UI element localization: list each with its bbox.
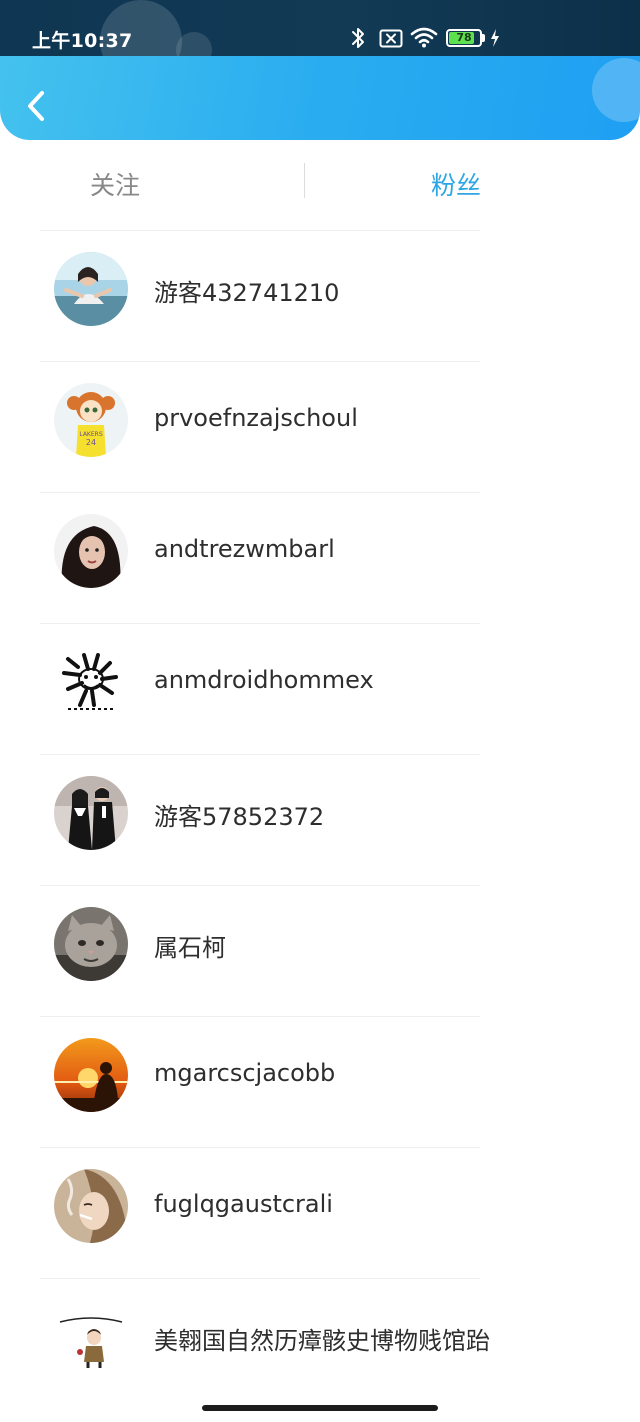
tab-following[interactable]: 关注 [90, 166, 140, 202]
avatar[interactable] [54, 252, 128, 326]
row-divider [40, 754, 480, 755]
avatar[interactable] [54, 907, 128, 981]
list-item[interactable]: andtrezwmbarl [0, 492, 640, 623]
list-item[interactable]: anmdroidhommex [0, 623, 640, 754]
username: mgarcscjacobb [154, 1059, 336, 1087]
svg-text:24: 24 [86, 438, 96, 447]
list-item[interactable]: 游客432741210 [0, 230, 640, 361]
battery-icon: 78 [446, 29, 482, 47]
avatar[interactable] [54, 1300, 128, 1374]
status-time: 上午10:37 [32, 30, 133, 52]
username: anmdroidhommex [154, 666, 374, 694]
tab-divider [304, 163, 305, 198]
username: 游客432741210 [154, 279, 340, 307]
no-sim-icon [379, 29, 403, 48]
list-item[interactable]: fuglqgaustcrali [0, 1147, 640, 1278]
username: andtrezwmbarl [154, 535, 335, 563]
username: 美翱国自然历瘴骸史博物贱馆跆 [154, 1327, 490, 1355]
decor-bubble [176, 32, 212, 56]
row-divider [40, 492, 480, 493]
username: fuglqgaustcrali [154, 1190, 333, 1218]
avatar[interactable] [54, 1038, 128, 1112]
status-bar: 上午10:37 78 [0, 0, 640, 56]
row-divider [40, 623, 480, 624]
row-divider [40, 885, 480, 886]
tab-fans[interactable]: 粉丝 [431, 166, 481, 202]
row-divider [40, 361, 480, 362]
list-item[interactable]: mgarcscjacobb [0, 1016, 640, 1147]
bluetooth-icon [352, 28, 364, 48]
charging-icon [491, 29, 499, 47]
battery-level-text: 78 [456, 31, 472, 44]
username: 游客57852372 [154, 803, 325, 831]
username: 属石柯 [154, 934, 226, 962]
list-item[interactable]: 属石柯 [0, 885, 640, 1016]
avatar[interactable] [54, 776, 128, 850]
list-item[interactable]: LAKERS 24 prvoefnzajschoul [0, 361, 640, 492]
wifi-icon [410, 27, 438, 48]
list-item[interactable]: 美翱国自然历瘴骸史博物贱馆跆 [0, 1278, 640, 1409]
back-button[interactable] [16, 84, 56, 128]
row-divider [40, 1278, 480, 1279]
avatar[interactable]: LAKERS 24 [54, 383, 128, 457]
username: prvoefnzajschoul [154, 404, 358, 432]
row-divider [40, 230, 480, 231]
row-divider [40, 1147, 480, 1148]
svg-text:LAKERS: LAKERS [79, 431, 102, 438]
avatar[interactable] [54, 514, 128, 588]
row-divider [40, 1016, 480, 1017]
chevron-left-icon [28, 91, 44, 121]
battery-cap [482, 34, 485, 42]
list-item[interactable]: 游客57852372 [0, 754, 640, 885]
home-indicator[interactable] [202, 1405, 438, 1411]
tab-bar: 关注 粉丝 [0, 140, 640, 230]
header-bar: 上午10:37 78 [0, 0, 640, 140]
avatar[interactable] [54, 645, 128, 719]
decor-bubble [592, 58, 640, 122]
avatar[interactable] [54, 1169, 128, 1243]
